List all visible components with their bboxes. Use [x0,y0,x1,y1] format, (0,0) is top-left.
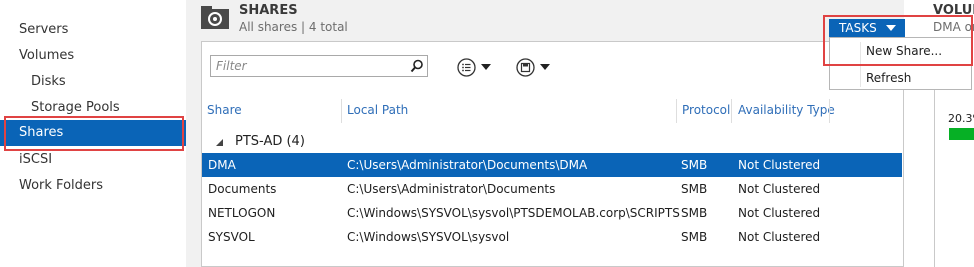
volume-pane-subtitle: DMA on [933,20,974,34]
sidebar-item-storage-pools[interactable]: Storage Pools [0,96,186,120]
sidebar-item-label: Disks [31,74,66,89]
volume-pane-title: VOLUME [933,3,974,18]
column-header-local-path[interactable]: Local Path [347,103,408,117]
collapse-arrow-icon[interactable] [216,139,223,146]
shares-folder-icon [201,6,229,29]
sidebar-item-disks[interactable]: Disks [0,70,186,94]
cell-share: NETLOGON [208,206,276,220]
cell-local-path: C:\Windows\SYSVOL\sysvol\PTSDEMOLAB.corp… [347,206,680,220]
table-row[interactable]: NETLOGON C:\Windows\SYSVOL\sysvol\PTSDEM… [202,201,902,225]
table-row[interactable]: SYSVOL C:\Windows\SYSVOL\sysvol SMB Not … [202,225,902,249]
cell-protocol: SMB [681,182,708,196]
cell-availability: Not Clustered [738,206,821,220]
column-divider [676,99,677,123]
sidebar-item-label: Volumes [19,48,75,63]
cell-protocol: SMB [681,230,708,244]
cell-share: Documents [208,182,277,196]
table-row[interactable]: Documents C:\Users\Administrator\Documen… [202,177,902,201]
sidebar-item-label: Work Folders [19,178,103,193]
menu-separator [832,64,969,65]
usage-bar [949,128,974,140]
column-header-availability-type[interactable]: Availability Type [738,103,835,117]
save-icon [516,57,535,77]
cell-availability: Not Clustered [738,182,821,196]
search-icon[interactable] [410,59,424,73]
column-divider [829,99,830,123]
sidebar: Servers Volumes Disks Storage Pools Shar… [0,0,186,267]
tasks-button[interactable]: TASKS [829,19,905,37]
filter-box [210,55,428,77]
cell-local-path: C:\Users\Administrator\Documents [347,182,556,196]
cell-share: SYSVOL [208,230,255,244]
usage-percent: 20.3% [948,112,974,125]
chevron-down-icon [540,64,550,70]
column-divider [341,99,342,123]
query-options-button[interactable] [457,57,491,77]
sidebar-item-label: Storage Pools [31,100,120,115]
cell-share: DMA [208,158,236,172]
table-row[interactable]: DMA C:\Users\Administrator\Documents\DMA… [202,153,902,177]
column-header-share[interactable]: Share [207,103,242,117]
tasks-label: TASKS [839,21,877,35]
menu-item-new-share[interactable]: New Share... [866,44,942,58]
sidebar-item-servers[interactable]: Servers [0,18,186,42]
cell-local-path: C:\Users\Administrator\Documents\DMA [347,158,588,172]
sidebar-item-shares[interactable]: Shares [0,120,186,146]
list-options-icon [457,57,476,77]
cell-local-path: C:\Windows\SYSVOL\sysvol [347,230,510,244]
pane-divider [186,0,198,267]
sidebar-item-label: Servers [19,22,69,37]
group-header[interactable]: PTS-AD (4) [235,134,305,149]
sidebar-item-iscsi[interactable]: iSCSI [0,148,186,172]
save-query-button[interactable] [516,57,550,77]
chevron-down-icon [481,64,491,70]
sidebar-item-label: Shares [19,125,64,140]
column-header-protocol[interactable]: Protocol [682,103,730,117]
sidebar-item-work-folders[interactable]: Work Folders [0,174,186,198]
filter-input[interactable] [211,56,406,76]
cell-availability: Not Clustered [738,230,821,244]
page-subtitle: All shares | 4 total [239,20,348,34]
sidebar-item-label: iSCSI [19,152,53,167]
cell-protocol: SMB [681,206,708,220]
menu-item-refresh[interactable]: Refresh [866,71,911,85]
tasks-menu: New Share... Refresh [829,37,972,90]
usage-bar-fill [949,128,974,140]
cell-availability: Not Clustered [738,158,821,172]
page-title: SHARES [239,3,298,18]
column-divider [731,99,732,123]
chevron-down-icon [886,25,896,31]
cell-protocol: SMB [681,158,708,172]
sidebar-item-volumes[interactable]: Volumes [0,44,186,68]
